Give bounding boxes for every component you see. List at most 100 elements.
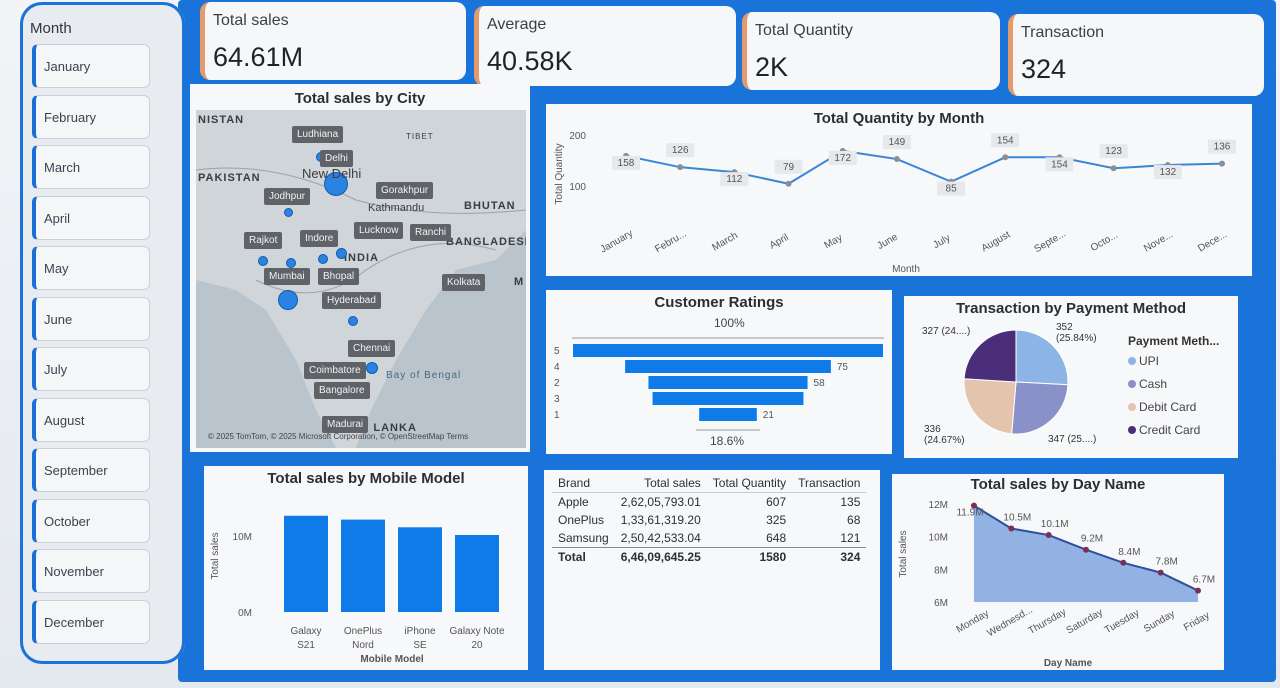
city-map[interactable]: NISTAN PAKISTAN TIBET BHUTAN INDIA BANGL… — [196, 110, 526, 448]
table-cell: 325 — [766, 513, 787, 527]
city-label: Bhopal — [318, 268, 360, 285]
kpi-value: 40.58K — [487, 46, 573, 76]
month-button-september[interactable]: September — [32, 448, 150, 492]
data-label: 11.9M — [956, 508, 983, 519]
data-label: 126 — [672, 145, 689, 156]
city-label: Kathmandu — [368, 202, 425, 214]
month-button-december[interactable]: December — [32, 599, 150, 644]
category-label: 5 — [554, 346, 560, 357]
city-bubble[interactable] — [318, 254, 328, 264]
table-row[interactable]: Apple 2,62,05,793.01 607 135 — [552, 493, 866, 512]
table-cell: 135 — [840, 495, 861, 509]
legend-title: Payment Meth... — [1128, 334, 1220, 348]
pie-slice — [1011, 381, 1069, 435]
table-cell: 121 — [840, 531, 861, 545]
city-label: Coimbatore — [304, 362, 366, 379]
month-button-april[interactable]: April — [32, 195, 150, 240]
table-cell: 2,62,05,793.01 — [620, 495, 701, 509]
x-tick: Nove... — [1142, 229, 1175, 254]
column-header[interactable]: Brand — [552, 474, 615, 493]
city-bubble[interactable] — [336, 248, 347, 259]
month-button-january[interactable]: January — [32, 44, 150, 88]
data-label: 75 — [837, 362, 849, 373]
x-tick: Galaxy Note — [449, 626, 504, 637]
slicer-title: Month — [30, 20, 72, 37]
pie-label: 336 (24.67%) — [924, 424, 965, 446]
table-row[interactable]: Samsung 2,50,42,533.04 648 121 — [552, 529, 866, 548]
column-header[interactable]: Total Quantity — [706, 474, 793, 493]
map-title: Total sales by City — [294, 90, 426, 107]
legend-item[interactable]: Cash — [1128, 377, 1167, 391]
data-point — [1157, 569, 1164, 576]
table-header-row: Brand Total sales Total Quantity Transac… — [552, 474, 867, 493]
data-label: 112 — [726, 174, 742, 185]
month-button-february[interactable]: February — [32, 94, 150, 139]
data-label: 172 — [834, 153, 851, 164]
funnel-bar — [573, 344, 883, 357]
month-button-march[interactable]: March — [32, 145, 150, 189]
country-label: NISTAN — [198, 114, 245, 126]
data-label: 158 — [618, 158, 635, 169]
x-axis-label: Day Name — [1044, 658, 1093, 669]
funnel-bar — [625, 360, 831, 373]
day-area-chart: Total sales Day Name 12M10M8M6M11.9MMond… — [898, 500, 1215, 669]
y-axis-label: Total sales — [898, 530, 909, 577]
city-bubble[interactable] — [258, 256, 268, 266]
city-bubble[interactable] — [366, 362, 378, 374]
city-bubble[interactable] — [284, 208, 293, 217]
data-point — [1002, 154, 1009, 161]
funnel-bar — [648, 376, 808, 389]
month-button-august[interactable]: August — [32, 397, 150, 442]
model-bar-chart: Total sales 10M 0M Mobile Model Galaxy S2… — [210, 515, 505, 665]
column-header[interactable]: Transaction — [792, 474, 867, 493]
city-bubble[interactable] — [286, 258, 296, 268]
city-label: Gorakhpur — [376, 182, 434, 199]
city-label: Chennai — [348, 340, 396, 357]
month-button-june[interactable]: June — [32, 296, 150, 341]
funnel-bar — [699, 408, 757, 421]
month-button-october[interactable]: October — [32, 498, 150, 543]
data-point — [893, 156, 900, 163]
month-button-may[interactable]: May — [32, 246, 150, 290]
table-cell: Samsung — [558, 531, 609, 545]
data-point — [1110, 165, 1117, 172]
table-cell: 2,50,42,533.04 — [620, 531, 701, 545]
data-point — [1083, 546, 1089, 553]
city-bubble[interactable] — [348, 316, 358, 326]
x-tick: Friday — [1182, 610, 1212, 633]
data-label: 8.4M — [1118, 547, 1140, 558]
day-chart-panel: Total sales by Day Name Total sales Day … — [892, 474, 1224, 670]
legend-item[interactable]: UPI — [1128, 354, 1159, 368]
data-label: 132 — [1159, 167, 1176, 178]
city-label: Ludhiana — [292, 126, 344, 143]
x-tick: March — [710, 230, 740, 253]
x-tick: Sunday — [1142, 609, 1177, 635]
kpi-value: 64.61M — [213, 42, 304, 72]
y-axis-label: Total sales — [210, 532, 221, 579]
y-tick: 8M — [934, 565, 948, 576]
column-header[interactable]: Total sales — [614, 474, 707, 493]
city-bubble[interactable] — [278, 290, 298, 310]
x-tick: Saturday — [1065, 607, 1105, 637]
bar — [341, 519, 385, 612]
kpi-label: Average — [487, 16, 547, 33]
table-cell: 6,46,09,645.25 — [614, 547, 707, 566]
legend-marker — [1128, 357, 1136, 365]
city-label: Mumbai — [264, 268, 310, 285]
legend-label: Credit Card — [1139, 423, 1201, 437]
legend-item[interactable]: Credit Card — [1128, 423, 1200, 437]
month-button-july[interactable]: July — [32, 347, 150, 391]
table-cell: Apple — [558, 495, 589, 509]
x-tick: Dece... — [1196, 229, 1229, 254]
table-row[interactable]: OnePlus 1,33,61,319.20 325 68 — [552, 511, 866, 529]
month-slicer: Month January February March April May June Ju… — [20, 2, 185, 664]
x-tick: Septe... — [1033, 228, 1068, 255]
month-button-november[interactable]: November — [32, 549, 150, 593]
x-tick: 20 — [471, 640, 483, 651]
city-label: Delhi — [320, 150, 353, 167]
city-label: Indore — [300, 230, 339, 247]
legend-item[interactable]: Debit Card — [1128, 400, 1196, 414]
legend-marker — [1128, 403, 1136, 411]
data-point — [1195, 587, 1201, 594]
country-label: PAKISTAN — [198, 172, 261, 184]
